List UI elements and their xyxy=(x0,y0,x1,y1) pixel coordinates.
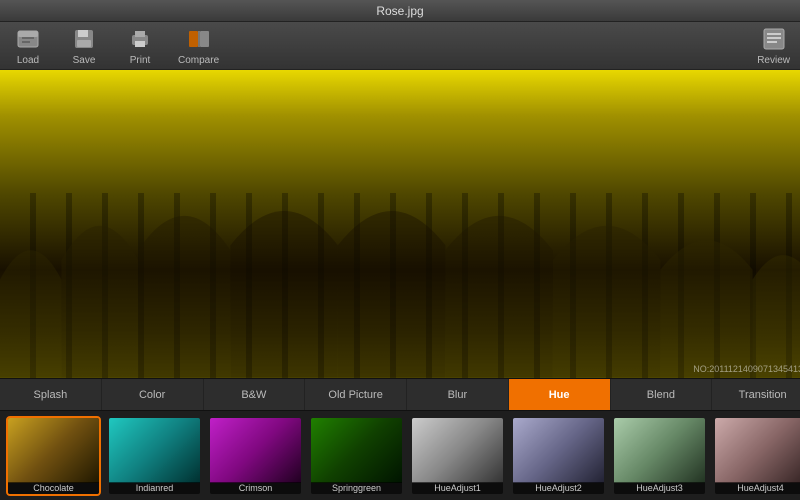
thumb-hue2-img xyxy=(513,418,604,483)
save-icon xyxy=(70,25,98,53)
thumb-springgreen-img xyxy=(311,418,402,483)
thumb-hue3-img xyxy=(614,418,705,483)
image-watermark: NO:20111214090713454134 xyxy=(693,364,800,374)
tab-bw[interactable]: B&W xyxy=(204,379,306,410)
main-image xyxy=(0,70,800,378)
thumb-hue4-label: HueAdjust4 xyxy=(715,482,800,494)
thumb-hue1-img xyxy=(412,418,503,483)
image-area: NO:20111214090713454134 xyxy=(0,70,800,378)
tab-splash[interactable]: Splash xyxy=(0,379,102,410)
tab-blur[interactable]: Blur xyxy=(407,379,509,410)
thumbnails-row: Chocolate Indianred Crimson Springgreen … xyxy=(0,410,800,500)
thumb-hue3[interactable]: HueAdjust3 xyxy=(612,416,707,496)
thumb-hue2[interactable]: HueAdjust2 xyxy=(511,416,606,496)
thumb-springgreen-label: Springgreen xyxy=(311,482,402,494)
thumb-crimson-label: Crimson xyxy=(210,482,301,494)
review-label: Review xyxy=(757,55,790,66)
load-icon xyxy=(14,25,42,53)
compare-label: Compare xyxy=(178,55,219,66)
titlebar: Rose.jpg xyxy=(0,0,800,22)
load-button[interactable]: Load xyxy=(10,25,46,66)
thumb-hue4[interactable]: HueAdjust4 xyxy=(713,416,800,496)
compare-icon xyxy=(185,25,213,53)
left-panel: NO:20111214090713454134 Splash Color B&W… xyxy=(0,70,800,500)
review-icon xyxy=(760,25,788,53)
thumb-crimson-img xyxy=(210,418,301,483)
review-button[interactable]: Review xyxy=(757,25,790,66)
thumb-hue1-label: HueAdjust1 xyxy=(412,482,503,494)
print-icon xyxy=(126,25,154,53)
window-title: Rose.jpg xyxy=(376,4,423,18)
thumb-hue1[interactable]: HueAdjust1 xyxy=(410,416,505,496)
thumb-chocolate-img xyxy=(8,418,99,483)
thumb-hue4-img xyxy=(715,418,800,483)
tab-hue[interactable]: Hue xyxy=(509,379,611,410)
toolbar: Load Save Print C xyxy=(0,22,800,70)
thumb-indianred[interactable]: Indianred xyxy=(107,416,202,496)
tab-transition[interactable]: Transition xyxy=(712,379,800,410)
thumb-crimson[interactable]: Crimson xyxy=(208,416,303,496)
print-button[interactable]: Print xyxy=(122,25,158,66)
effect-tabs: Splash Color B&W Old Picture Blur Hue Bl… xyxy=(0,378,800,410)
compare-button[interactable]: Compare xyxy=(178,25,219,66)
thumb-chocolate[interactable]: Chocolate xyxy=(6,416,101,496)
thumb-springgreen[interactable]: Springgreen xyxy=(309,416,404,496)
thumb-hue2-label: HueAdjust2 xyxy=(513,482,604,494)
thumb-indianred-label: Indianred xyxy=(109,482,200,494)
tab-oldpicture[interactable]: Old Picture xyxy=(305,379,407,410)
thumb-indianred-img xyxy=(109,418,200,483)
thumb-hue3-label: HueAdjust3 xyxy=(614,482,705,494)
thumb-chocolate-label: Chocolate xyxy=(8,482,99,494)
save-label: Save xyxy=(73,55,96,66)
save-button[interactable]: Save xyxy=(66,25,102,66)
print-label: Print xyxy=(130,55,151,66)
tab-blend[interactable]: Blend xyxy=(611,379,713,410)
main-area: NO:20111214090713454134 Splash Color B&W… xyxy=(0,70,800,500)
tab-color[interactable]: Color xyxy=(102,379,204,410)
load-label: Load xyxy=(17,55,39,66)
